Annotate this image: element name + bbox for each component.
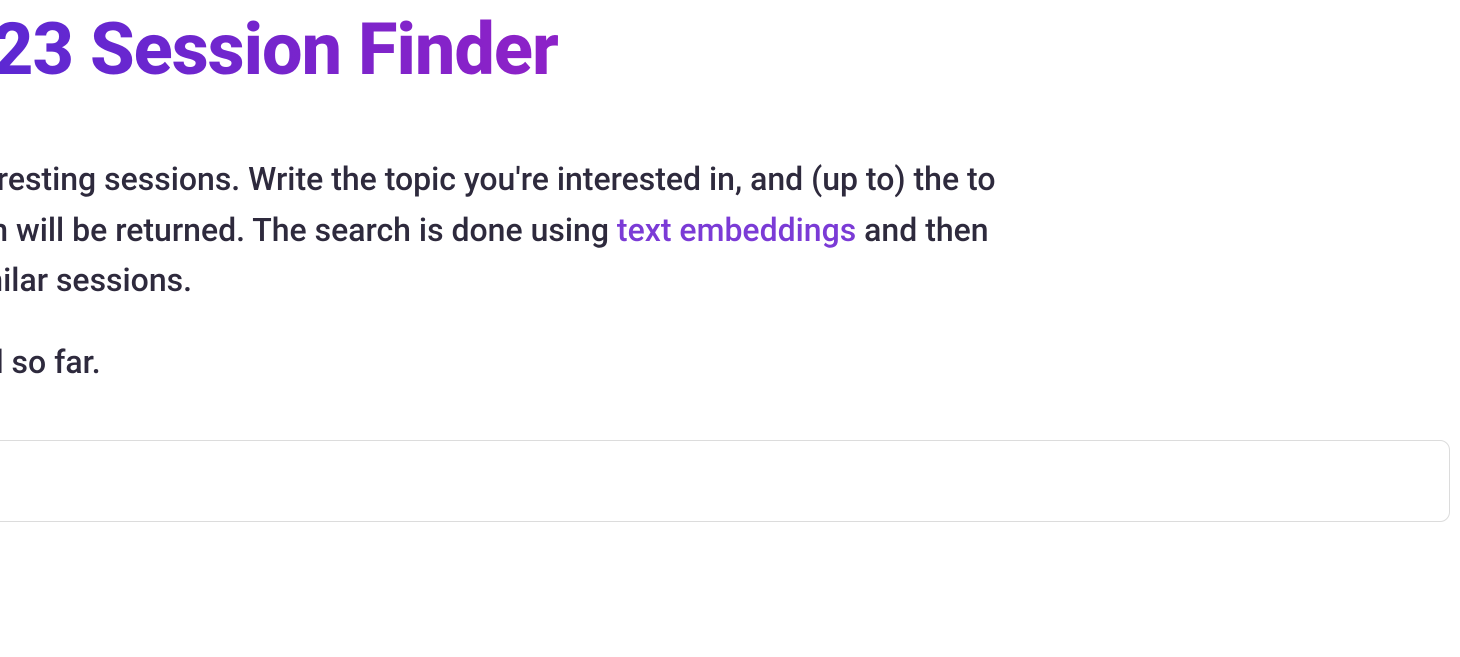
description-line-1: search for interesting sessions. Write t… — [0, 160, 995, 198]
page-title: onf 2023 Session Finder — [0, 14, 1460, 86]
search-container — [0, 440, 1450, 522]
index-status: ssions indexed so far. — [0, 340, 1460, 385]
text-embeddings-link[interactable]: text embeddings — [617, 211, 856, 249]
description-line-2-pre: related session will be returned. The se… — [0, 211, 617, 249]
search-input[interactable] — [0, 440, 1450, 522]
description-line-3: d the most similar sessions. — [0, 261, 192, 299]
description-line-2-post: and then — [856, 211, 988, 249]
intro-description: search for interesting sessions. Write t… — [0, 154, 1460, 306]
